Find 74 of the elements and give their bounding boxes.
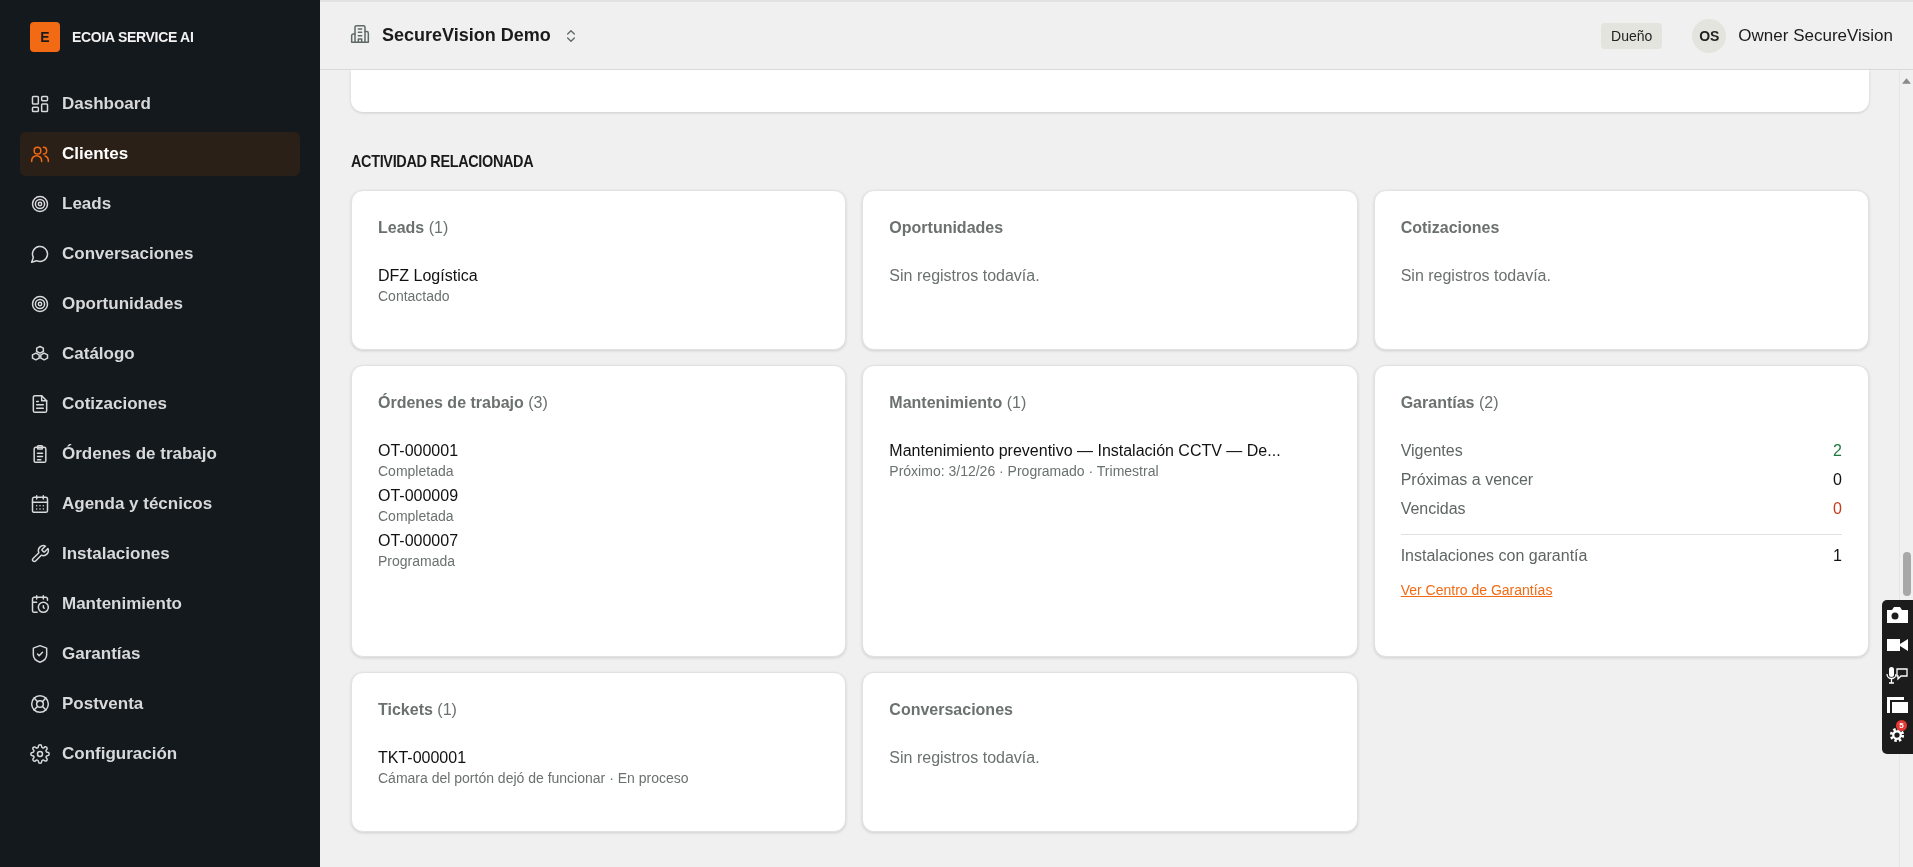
boxes-icon <box>30 344 50 364</box>
stat-label: Próximas a vencer <box>1400 471 1534 489</box>
stat-label: Instalaciones con garantía <box>1400 547 1588 565</box>
target-icon <box>30 294 50 314</box>
sidebar-item[interactable]: Garantías <box>20 632 300 676</box>
workspace-name[interactable]: SecureVision Demo <box>382 25 551 46</box>
building-icon <box>350 23 370 44</box>
wrench-icon <box>30 544 50 564</box>
card-title: Órdenes de trabajo (3) <box>378 394 549 412</box>
microphone-icon[interactable] <box>1886 666 1908 684</box>
card-title: Oportunidades <box>889 219 1005 237</box>
sidebar-item[interactable]: Oportunidades <box>20 282 300 326</box>
card-title: Conversaciones <box>889 701 1014 719</box>
user-name[interactable]: Owner SecureVision <box>1738 25 1893 46</box>
sidebar-item[interactable]: Agenda y técnicos <box>20 482 300 526</box>
window-icon[interactable] <box>1886 696 1908 714</box>
card-title: Mantenimiento (1) <box>889 394 1028 412</box>
stat-value: 2 <box>1833 442 1842 460</box>
record-detail: Próximo: 3/12/26 · Programado · Trimestral <box>889 463 1160 479</box>
gear-icon <box>30 744 50 764</box>
sidebar-item[interactable]: Mantenimiento <box>20 582 300 626</box>
empty-message: Sin registros todavía. <box>889 267 1041 285</box>
record-name[interactable]: OT-000009 <box>378 487 820 505</box>
record-name[interactable]: TKT-000001 <box>378 749 820 767</box>
sidebar-item[interactable]: Conversaciones <box>20 232 300 276</box>
record-name[interactable]: Mantenimiento preventivo — Instalación CCTV — De... <box>889 442 1331 460</box>
card-title: Cotizaciones <box>1400 219 1501 237</box>
stat-label: Vencidas <box>1400 500 1466 518</box>
users-icon <box>30 144 50 164</box>
sidebar-item[interactable]: Clientes <box>20 132 300 176</box>
record-detail: Programada <box>378 553 457 569</box>
clipboard-icon <box>30 444 50 464</box>
sidebar-item[interactable]: Postventa <box>20 682 300 726</box>
sidebar-item[interactable]: Catálogo <box>20 332 300 376</box>
camera-icon[interactable] <box>1886 606 1908 624</box>
section-title: ACTIVIDAD RELACIONADA <box>351 152 535 172</box>
video-camera-icon[interactable] <box>1886 636 1908 654</box>
sidebar-item[interactable]: Órdenes de trabajo <box>20 432 300 476</box>
target-icon <box>30 194 50 214</box>
record-detail: Cámara del portón dejó de funcionar · En proceso <box>378 770 690 786</box>
record-detail: Completada <box>378 508 455 524</box>
lifebuoy-icon <box>30 694 50 714</box>
notification-badge: 5 <box>1896 720 1907 731</box>
record-name[interactable]: OT-000001 <box>378 442 820 460</box>
empty-message: Sin registros todavía. <box>1400 267 1552 285</box>
empty-message: Sin registros todavía. <box>889 749 1041 767</box>
record-name[interactable]: OT-000007 <box>378 532 820 550</box>
shield-check-icon <box>30 644 50 664</box>
scroll-up-icon[interactable] <box>1902 78 1911 84</box>
calendar-icon <box>30 494 50 514</box>
record-name[interactable]: DFZ Logística <box>378 267 820 285</box>
card-title: Tickets (1) <box>378 701 458 719</box>
role-badge: Dueño <box>1601 22 1663 49</box>
stat-label: Vigentes <box>1400 442 1463 460</box>
logo-icon: E <box>30 22 60 52</box>
calendar-clock-icon <box>30 594 50 614</box>
sidebar-item[interactable]: Configuración <box>20 732 300 776</box>
document-icon <box>30 394 50 414</box>
scroll-thumb[interactable] <box>1902 552 1911 596</box>
record-detail: Contactado <box>378 288 451 304</box>
brand-name: ECOIA SERVICE AI <box>72 29 194 45</box>
grid-icon <box>30 94 50 114</box>
record-detail: Completada <box>378 463 455 479</box>
sidebar-item[interactable]: Cotizaciones <box>20 382 300 426</box>
sidebar-item[interactable]: Dashboard <box>20 82 300 126</box>
chat-bubble-icon <box>30 244 50 264</box>
stat-value: 0 <box>1833 471 1842 489</box>
sidebar-item[interactable]: Leads <box>20 182 300 226</box>
card-title: Garantías (2) <box>1400 394 1500 412</box>
stat-value: 1 <box>1833 547 1842 565</box>
stat-value: 0 <box>1833 500 1842 518</box>
card-title: Leads (1) <box>378 219 450 237</box>
user-avatar[interactable]: OS <box>1692 18 1727 53</box>
sidebar-item[interactable]: Instalaciones <box>20 532 300 576</box>
